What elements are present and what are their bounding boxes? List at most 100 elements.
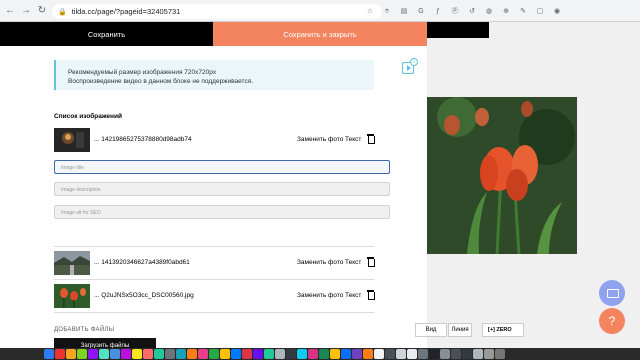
extension-icon[interactable]: ⊕ bbox=[501, 7, 511, 17]
dock-app-icon[interactable] bbox=[176, 349, 186, 359]
dock-app-icon[interactable] bbox=[44, 349, 54, 359]
image-alt-field[interactable]: Image alt for SEO bbox=[54, 205, 390, 219]
dock-app-icon[interactable] bbox=[341, 349, 351, 359]
dock-app-icon[interactable] bbox=[220, 349, 230, 359]
dock-app-icon[interactable] bbox=[275, 349, 285, 359]
info-video-text: Воспроизведение видео в данном блоке не … bbox=[68, 78, 254, 85]
dock-app-icon[interactable] bbox=[440, 349, 450, 359]
dock-app-icon[interactable] bbox=[286, 349, 296, 359]
dock-app-icon[interactable] bbox=[121, 349, 131, 359]
dock-app-icon[interactable] bbox=[396, 349, 406, 359]
image-thumbnail bbox=[54, 251, 90, 275]
image-row: ... Q2uJNSx5O3cc_DSC00560.jpg Заменить ф… bbox=[54, 284, 375, 310]
extensions-bar: ☆ ⌾ ▤ Gƒ Ⓟ ↺ ◍ ⊕ ✎ ▢ ◉ bbox=[365, 4, 562, 19]
dock-app-icon[interactable] bbox=[418, 349, 428, 359]
line-button[interactable]: Линия bbox=[448, 323, 472, 337]
extension-icon[interactable]: ☆ bbox=[365, 7, 375, 17]
extension-icon[interactable]: ↺ bbox=[467, 7, 477, 17]
assistant-icon[interactable] bbox=[599, 280, 625, 306]
replace-photo-link[interactable]: Заменить фото bbox=[297, 259, 343, 266]
reload-icon[interactable]: ↻ bbox=[36, 4, 48, 18]
info-badge-icon[interactable]: i bbox=[410, 58, 418, 66]
forward-icon[interactable]: → bbox=[20, 4, 32, 18]
dock-app-icon[interactable] bbox=[99, 349, 109, 359]
replace-photo-link[interactable]: Заменить фото bbox=[297, 292, 343, 299]
text-link[interactable]: Текст bbox=[345, 259, 361, 266]
dock-app-icon[interactable] bbox=[154, 349, 164, 359]
image-filename: ... Q2uJNSx5O3cc_DSC00560.jpg bbox=[94, 292, 194, 299]
dock-app-icon[interactable] bbox=[429, 349, 439, 359]
replace-photo-link[interactable]: Заменить фото bbox=[297, 136, 343, 143]
extension-icon[interactable]: ⌾ bbox=[382, 7, 392, 17]
page-area: Сохранить Сохранить и закрыть Рекомендуе… bbox=[0, 22, 640, 348]
extension-icon[interactable]: ▤ bbox=[399, 7, 409, 17]
help-icon[interactable]: ? bbox=[599, 308, 625, 334]
dock-app-icon[interactable] bbox=[77, 349, 87, 359]
dock-app-icon[interactable] bbox=[242, 349, 252, 359]
divider bbox=[54, 312, 374, 313]
back-icon[interactable]: ← bbox=[4, 4, 16, 18]
dock-app-icon[interactable] bbox=[473, 349, 483, 359]
extension-icon[interactable]: G bbox=[416, 7, 426, 17]
dock-app-icon[interactable] bbox=[363, 349, 373, 359]
dock-app-icon[interactable] bbox=[143, 349, 153, 359]
save-button[interactable]: Сохранить bbox=[0, 22, 213, 46]
info-size-text: Рекомендуемый размер изображения 720x720… bbox=[68, 69, 217, 76]
address-bar[interactable]: 🔒 tilda.cc/page/?pageid=32405731 bbox=[52, 4, 382, 19]
dock-app-icon[interactable] bbox=[231, 349, 241, 359]
dock-app-icon[interactable] bbox=[330, 349, 340, 359]
dock-app-icon[interactable] bbox=[264, 349, 274, 359]
image-thumbnail bbox=[54, 284, 90, 308]
dock-app-icon[interactable] bbox=[297, 349, 307, 359]
zero-label: ZERO bbox=[496, 327, 512, 333]
zero-plus-icon: [+] bbox=[488, 327, 495, 333]
extension-icon[interactable]: ▢ bbox=[535, 7, 545, 17]
dock-app-icon[interactable] bbox=[308, 349, 318, 359]
dock-app-icon[interactable] bbox=[495, 349, 505, 359]
image-title-field[interactable]: Image title bbox=[54, 160, 390, 174]
trash-icon[interactable] bbox=[367, 257, 375, 267]
dock-app-icon[interactable] bbox=[352, 349, 362, 359]
dock-app-icon[interactable] bbox=[110, 349, 120, 359]
lock-icon: 🔒 bbox=[58, 8, 67, 16]
upload-files-button[interactable]: Загрузить файлы bbox=[54, 338, 156, 348]
trash-icon[interactable] bbox=[367, 134, 375, 144]
dock-app-icon[interactable] bbox=[374, 349, 384, 359]
image-filename: ... 14219865275378880d98adb74 bbox=[94, 136, 192, 143]
view-button[interactable]: Вид bbox=[415, 323, 447, 337]
dock-app-icon[interactable] bbox=[198, 349, 208, 359]
image-filename: ... 1413920346627a4389f0abd61 bbox=[94, 259, 190, 266]
dock-app-icon[interactable] bbox=[385, 349, 395, 359]
extension-icon[interactable]: Ⓟ bbox=[450, 7, 460, 17]
divider bbox=[54, 246, 374, 247]
text-link[interactable]: Текст bbox=[345, 292, 361, 299]
dock-app-icon[interactable] bbox=[88, 349, 98, 359]
image-thumbnail bbox=[54, 128, 90, 152]
extension-icon[interactable]: ◍ bbox=[484, 7, 494, 17]
dock-icons bbox=[44, 349, 505, 359]
editor-topbar bbox=[427, 22, 489, 38]
dock-app-icon[interactable] bbox=[66, 349, 76, 359]
dock-app-icon[interactable] bbox=[319, 349, 329, 359]
dock-app-icon[interactable] bbox=[132, 349, 142, 359]
gallery-settings-panel: Сохранить Сохранить и закрыть Рекомендуе… bbox=[0, 22, 427, 348]
dock-app-icon[interactable] bbox=[187, 349, 197, 359]
dock-app-icon[interactable] bbox=[462, 349, 472, 359]
add-files-label: ДОБАВИТЬ ФАЙЛЫ bbox=[54, 327, 115, 333]
zero-block-button[interactable]: [+] ZERO bbox=[482, 323, 524, 337]
dock-app-icon[interactable] bbox=[253, 349, 263, 359]
extension-icon[interactable]: ✎ bbox=[518, 7, 528, 17]
dock-app-icon[interactable] bbox=[451, 349, 461, 359]
text-link[interactable]: Текст bbox=[345, 136, 361, 143]
trash-icon[interactable] bbox=[367, 290, 375, 300]
dock-app-icon[interactable] bbox=[165, 349, 175, 359]
dock-app-icon[interactable] bbox=[484, 349, 494, 359]
dock-app-icon[interactable] bbox=[209, 349, 219, 359]
url-text: tilda.cc/page/?pageid=32405731 bbox=[71, 7, 181, 16]
extension-icon[interactable]: ◉ bbox=[552, 7, 562, 17]
extension-icon[interactable]: ƒ bbox=[433, 7, 443, 17]
save-and-close-button[interactable]: Сохранить и закрыть bbox=[213, 22, 427, 46]
dock-app-icon[interactable] bbox=[55, 349, 65, 359]
dock-app-icon[interactable] bbox=[407, 349, 417, 359]
image-description-field[interactable]: Image description bbox=[54, 182, 390, 196]
